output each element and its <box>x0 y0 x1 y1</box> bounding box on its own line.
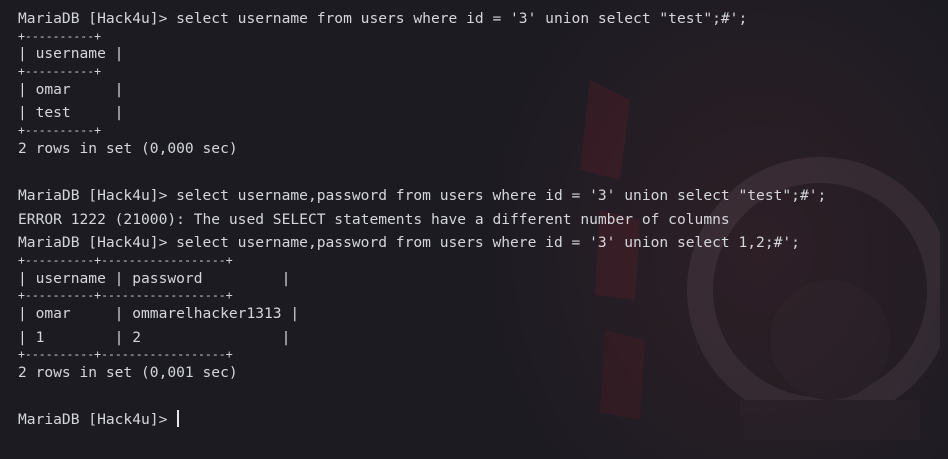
table-border: +----------+------------------+ <box>18 288 233 303</box>
table-border: +----------+------------------+ <box>18 347 233 362</box>
table-border: +----------+ <box>18 122 102 137</box>
terminal-line: MariaDB [Hack4u]> select username,passwo… <box>18 186 827 204</box>
terminal-line: MariaDB [Hack4u]> select username,passwo… <box>18 234 800 252</box>
table-row: | omar | <box>18 80 124 98</box>
command-input-line[interactable]: MariaDB [Hack4u]> <box>18 408 943 432</box>
result-summary: 2 rows in set (0,000 sec) <box>18 139 238 157</box>
table-row: | test | <box>18 104 124 122</box>
error-message: ERROR 1222 (21000): The used SELECT stat… <box>18 210 730 228</box>
terminal-line: MariaDB [Hack4u]> select username from u… <box>18 10 748 27</box>
terminal-window[interactable]: MariaDB [Hack4u]> select username from u… <box>0 0 948 459</box>
text-cursor <box>177 410 180 428</box>
table-row: | omar | ommarelhacker1313 | <box>18 304 300 322</box>
terminal-output: MariaDB [Hack4u]> select username from u… <box>18 7 943 432</box>
result-summary: 2 rows in set (0,001 sec) <box>18 363 238 381</box>
table-border: +----------+ <box>18 63 102 78</box>
table-header-row: | username | <box>18 45 124 63</box>
prompt-label: MariaDB [Hack4u]> <box>18 411 177 429</box>
table-row: | 1 | 2 | <box>18 328 291 346</box>
table-border: +----------+------------------+ <box>18 252 233 267</box>
table-border: +----------+ <box>18 28 102 43</box>
table-header-row: | username | password | <box>18 269 291 287</box>
